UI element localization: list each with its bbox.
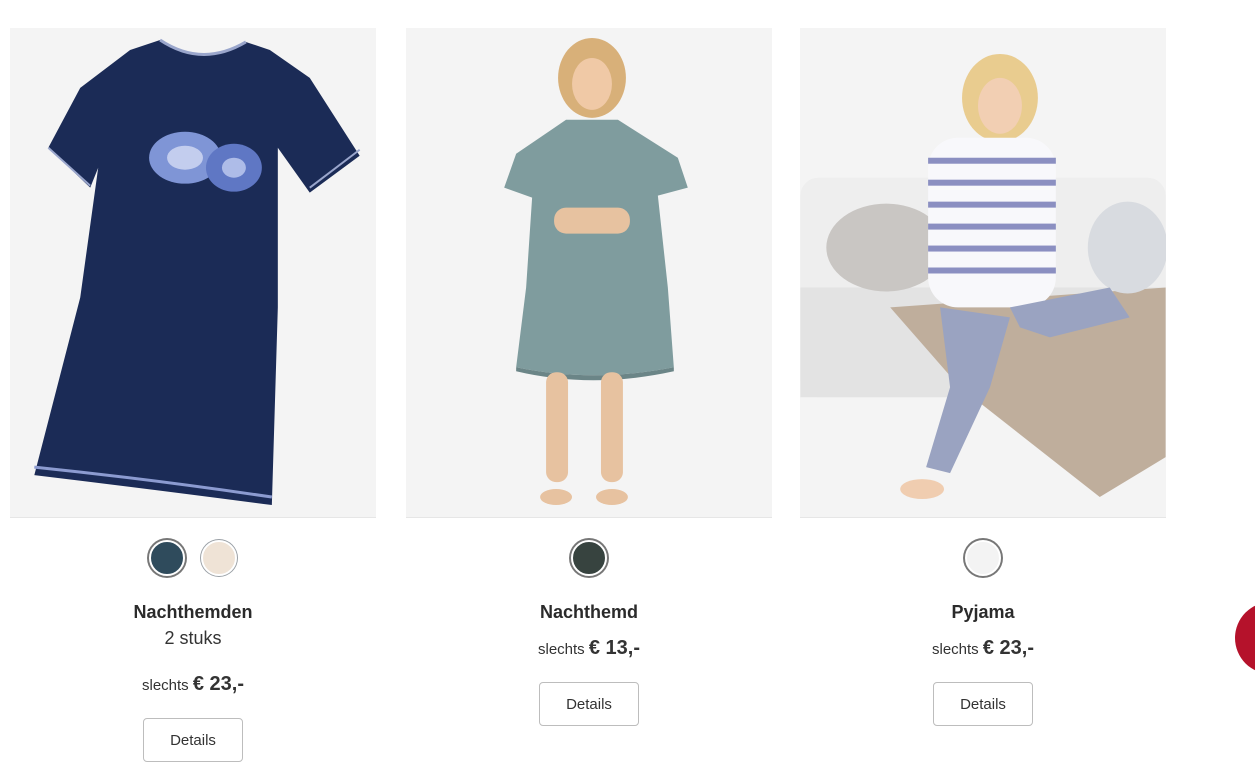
color-swatch-white[interactable] [965,540,1001,576]
product-name[interactable]: Pyjama [800,600,1166,624]
model-paisley-nightdress-image [504,37,688,506]
price-prefix: slechts [931,641,979,658]
price-prefix: slechts [141,677,189,694]
price-prefix: slechts [537,641,585,658]
price-amount: € 23,- [192,673,244,695]
color-swatches [10,518,376,598]
color-swatch-beige[interactable] [201,540,237,576]
product-card: Nachthemden 2 stuks slechts € 23,- Detai… [10,28,376,762]
model-striped-pyjama-image [800,53,1166,500]
product-image[interactable] [406,28,772,518]
details-button[interactable]: Details [933,682,1033,726]
product-price: slechts € 23,- [10,672,376,698]
color-swatches [406,518,772,598]
chat-button[interactable] [1235,602,1255,674]
product-card: Pyjama slechts € 23,- Details [800,28,1166,732]
price-amount: € 13,- [588,637,640,659]
product-name[interactable]: Nachthemden [10,600,376,624]
color-swatches [800,518,1166,598]
color-swatch-dark[interactable] [149,540,185,576]
product-image[interactable] [800,28,1166,518]
price-amount: € 23,- [982,637,1034,659]
product-name[interactable]: Nachthemd [406,600,772,624]
product-price: slechts € 13,- [406,636,772,662]
details-button[interactable]: Details [539,682,639,726]
details-button[interactable]: Details [143,718,243,762]
product-image[interactable] [10,28,376,518]
product-price: slechts € 23,- [800,636,1166,662]
product-subtitle: 2 stuks [164,628,222,648]
product-card: Nachthemd slechts € 13,- Details [406,28,772,732]
product-grid: Nachthemden 2 stuks slechts € 23,- Detai… [0,0,1255,762]
nightdress-navy-flower-image [34,38,361,506]
color-swatch-dark-green[interactable] [571,540,607,576]
